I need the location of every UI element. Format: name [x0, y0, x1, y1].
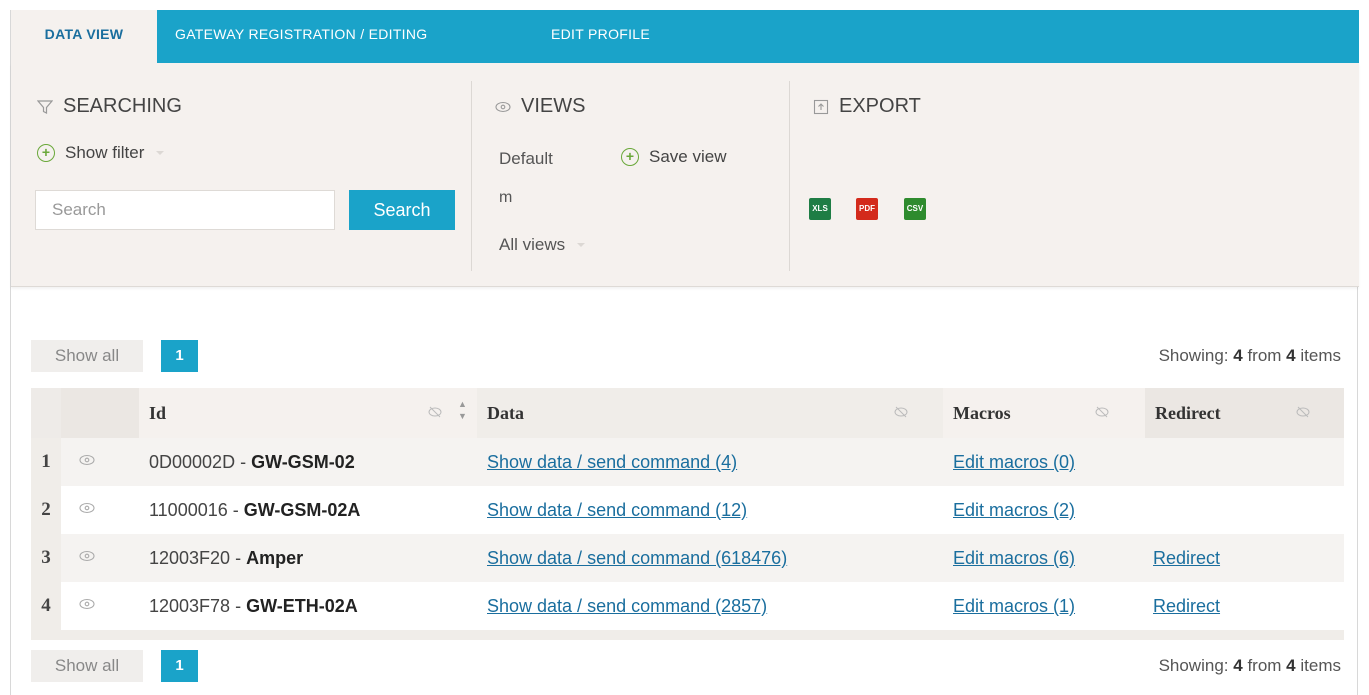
save-view-button[interactable]: + Save view [621, 147, 726, 167]
plus-circle-icon: + [37, 144, 55, 162]
edit-macros-link[interactable]: Edit macros (2) [953, 500, 1075, 520]
all-views-dropdown[interactable]: All views [499, 235, 586, 255]
searching-header: SEARCHING [37, 95, 182, 118]
row-number: 2 [31, 486, 61, 534]
toolbar-panel: SEARCHING + Show filter Search VIEWS Def… [11, 63, 1359, 287]
edit-macros-link[interactable]: Edit macros (6) [953, 548, 1075, 568]
all-views-label: All views [499, 235, 566, 254]
export-csv-icon[interactable]: CSV [904, 198, 926, 220]
redirect-cell: Redirect [1153, 534, 1220, 582]
macros-cell: Edit macros (6) [953, 534, 1075, 582]
searching-title: SEARCHING [63, 95, 182, 117]
eye-slash-icon[interactable] [1296, 406, 1310, 418]
redirect-link[interactable]: Redirect [1153, 548, 1220, 568]
divider [789, 81, 790, 271]
eye-icon[interactable] [79, 550, 95, 562]
eye-slash-icon[interactable] [428, 406, 442, 418]
macros-cell: Edit macros (2) [953, 486, 1075, 534]
id-cell: 12003F20 - Amper [149, 548, 304, 568]
column-header-data[interactable]: Data [487, 388, 524, 438]
edit-macros-link[interactable]: Edit macros (0) [953, 452, 1075, 472]
redirect-cell: Redirect [1153, 582, 1220, 630]
eye-slash-icon[interactable] [894, 406, 908, 418]
table-row: 1 0D00002D - GW-GSM-02 Show data / send … [31, 438, 1344, 486]
export-pdf-icon[interactable]: PDF [856, 198, 878, 220]
export-header: EXPORT [813, 95, 921, 118]
eye-icon[interactable] [79, 454, 95, 466]
view-default-link[interactable]: Default [499, 149, 553, 169]
id-cell: 11000016 - GW-GSM-02A [149, 500, 361, 520]
showing-count: Showing: 4 from 4 items [1158, 656, 1341, 675]
eye-icon[interactable] [79, 502, 95, 514]
export-xls-icon[interactable]: XLS [809, 198, 831, 220]
show-data-link[interactable]: Show data / send command (618476) [487, 548, 787, 568]
view-m-item[interactable]: m [499, 189, 512, 207]
tab-data-view[interactable]: DATA VIEW [11, 10, 157, 63]
column-header-macros[interactable]: Macros [953, 388, 1011, 438]
row-number: 1 [31, 438, 61, 486]
filter-icon [37, 99, 53, 114]
table-row: 4 12003F78 - GW-ETH-02A Show data / send… [31, 582, 1344, 630]
app-frame: DATA VIEW GATEWAY REGISTRATION / EDITING… [10, 10, 1359, 695]
eye-icon[interactable] [79, 598, 95, 610]
page-1-button[interactable]: 1 [161, 650, 198, 682]
macros-cell: Edit macros (0) [953, 438, 1075, 486]
id-cell: 12003F78 - GW-ETH-02A [149, 596, 358, 616]
data-cell: Show data / send command (4) [487, 438, 737, 486]
edit-macros-link[interactable]: Edit macros (1) [953, 596, 1075, 616]
show-all-button[interactable]: Show all [31, 650, 143, 682]
chevron-down-icon [156, 151, 165, 155]
id-cell: 0D00002D - GW-GSM-02 [149, 452, 355, 472]
export-icon [813, 99, 829, 114]
tab-gateway-registration[interactable]: GATEWAY REGISTRATION / EDITING [175, 10, 427, 63]
chevron-down-icon [577, 243, 586, 247]
showing-count: Showing: 4 from 4 items [1158, 346, 1341, 365]
tab-bar: DATA VIEW GATEWAY REGISTRATION / EDITING… [11, 10, 1359, 63]
eye-icon [495, 101, 511, 112]
divider [471, 81, 472, 271]
column-header-redirect[interactable]: Redirect [1155, 388, 1221, 438]
data-cell: Show data / send command (12) [487, 486, 747, 534]
show-all-button[interactable]: Show all [31, 340, 143, 372]
views-title: VIEWS [521, 95, 586, 117]
show-data-link[interactable]: Show data / send command (12) [487, 500, 747, 520]
plus-circle-icon: + [621, 148, 639, 166]
save-view-label: Save view [649, 147, 727, 166]
data-cell: Show data / send command (618476) [487, 534, 787, 582]
table-header: Id ▲ ▼ Data Macros Redirect [31, 388, 1344, 438]
search-input[interactable] [35, 190, 335, 230]
row-number: 3 [31, 534, 61, 582]
eye-slash-icon[interactable] [1095, 406, 1109, 418]
show-filter-button[interactable]: + Show filter [37, 143, 165, 163]
column-header-id[interactable]: Id [149, 388, 166, 438]
show-data-link[interactable]: Show data / send command (2857) [487, 596, 767, 616]
views-header: VIEWS [495, 95, 585, 118]
export-title: EXPORT [839, 95, 921, 117]
table-row: 3 12003F20 - Amper Show data / send comm… [31, 534, 1344, 582]
search-button[interactable]: Search [349, 190, 455, 230]
tab-edit-profile[interactable]: EDIT PROFILE [551, 10, 650, 63]
pagination-top: Show all 1 [31, 340, 231, 372]
data-cell: Show data / send command (2857) [487, 582, 767, 630]
table-footer-strip [31, 630, 1344, 640]
pagination-bottom: Show all 1 [31, 650, 231, 682]
show-filter-label: Show filter [65, 143, 145, 162]
row-number: 4 [31, 582, 61, 630]
show-data-link[interactable]: Show data / send command (4) [487, 452, 737, 472]
redirect-link[interactable]: Redirect [1153, 596, 1220, 616]
table-row: 2 11000016 - GW-GSM-02A Show data / send… [31, 486, 1344, 534]
macros-cell: Edit macros (1) [953, 582, 1075, 630]
sort-icon[interactable]: ▲ ▼ [458, 398, 467, 422]
page-1-button[interactable]: 1 [161, 340, 198, 372]
